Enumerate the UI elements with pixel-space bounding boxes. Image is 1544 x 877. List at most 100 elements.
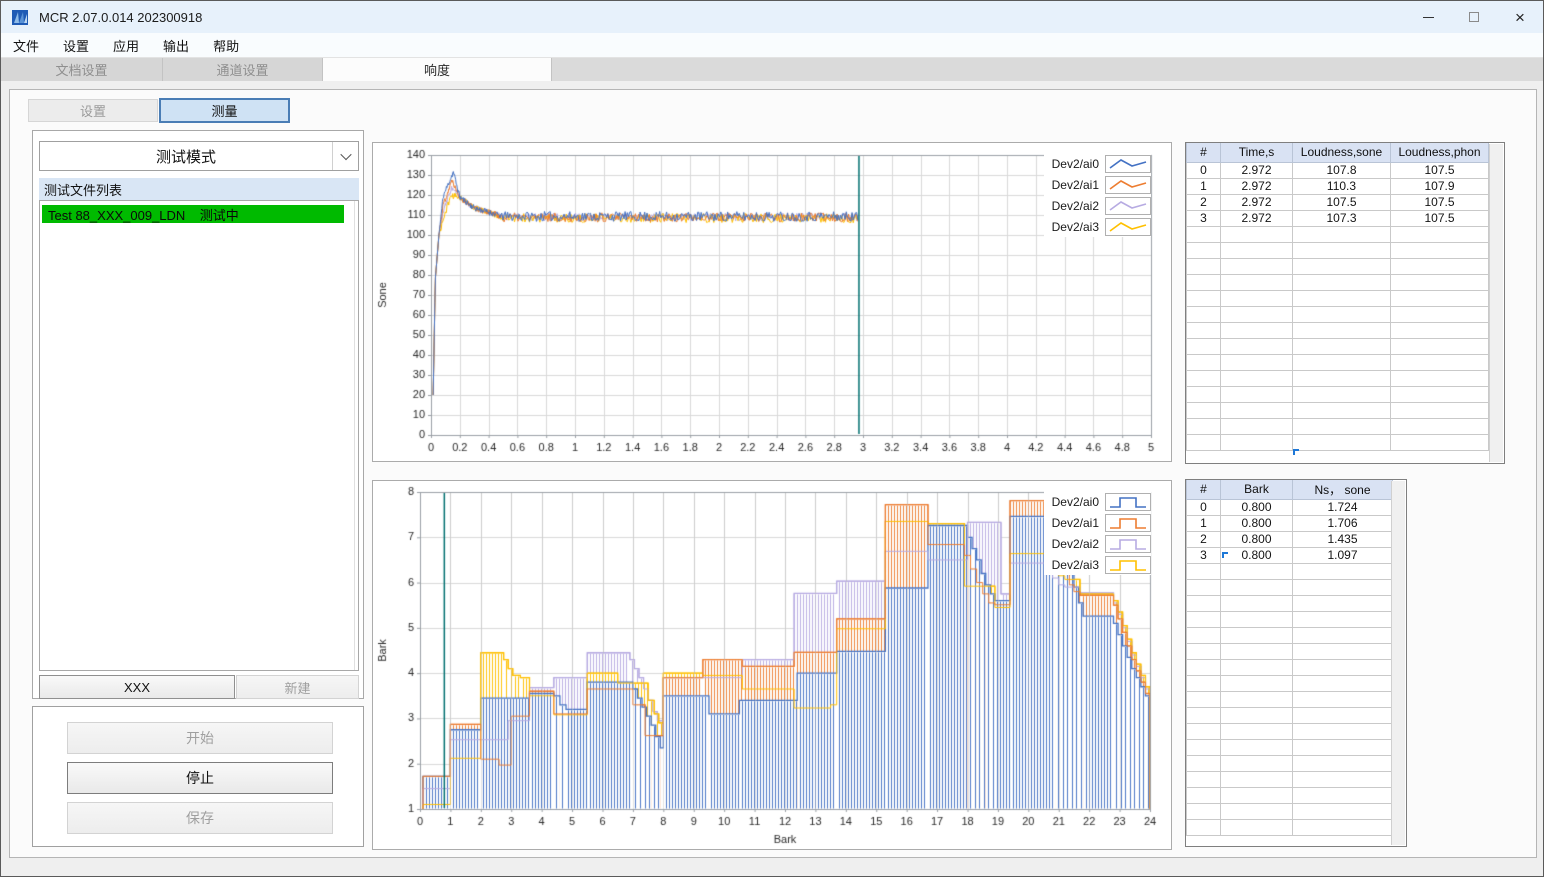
table-cell xyxy=(1292,738,1393,756)
table-cell: 107.5 xyxy=(1390,161,1489,179)
table-row[interactable]: 3 0.800 1.097 xyxy=(1186,546,1393,564)
tab-2[interactable]: 响度 xyxy=(323,58,552,81)
table-cell xyxy=(1390,385,1489,403)
table-cell xyxy=(1292,658,1393,676)
column-header: # xyxy=(1186,480,1221,500)
table-cell xyxy=(1390,433,1489,451)
stop-button[interactable]: 停止 xyxy=(67,762,333,794)
tab-0[interactable]: 文档设置 xyxy=(1,58,163,81)
table-cell xyxy=(1390,353,1489,371)
legend-row: Dev2/ai1 xyxy=(1044,512,1151,533)
table-row[interactable]: 1 2.972 110.3 107.9 xyxy=(1186,177,1489,195)
menu-item-3[interactable]: 输出 xyxy=(151,36,201,55)
table-row-empty xyxy=(1186,417,1489,435)
table-cell xyxy=(1186,610,1221,628)
table-row-empty xyxy=(1186,578,1393,596)
histogram-series-icon xyxy=(1105,534,1151,553)
legend-row: Dev2/ai1 xyxy=(1044,174,1151,195)
table-cell xyxy=(1292,385,1391,403)
table-row[interactable]: 2 0.800 1.435 xyxy=(1186,530,1393,548)
table-cell: 1.724 xyxy=(1292,498,1393,516)
table-cell xyxy=(1390,369,1489,387)
tab-1[interactable]: 通道设置 xyxy=(163,58,323,81)
table-cell xyxy=(1186,417,1221,435)
app-window: MCR 2.07.0.014 202300918 × 文件 设置 应用 输出 帮助 文档… xyxy=(0,0,1544,877)
table-row-empty xyxy=(1186,225,1489,243)
legend-row: Dev2/ai2 xyxy=(1044,195,1151,216)
table-cell xyxy=(1186,818,1221,836)
save-button[interactable]: 保存 xyxy=(67,802,333,834)
table-cell: 1.435 xyxy=(1292,530,1393,548)
new-button[interactable]: 新建 xyxy=(236,675,359,699)
table-row-empty xyxy=(1186,353,1489,371)
menu-item-1[interactable]: 设置 xyxy=(51,36,101,55)
table-row-empty xyxy=(1186,401,1489,419)
table-cell: 3 xyxy=(1186,209,1221,227)
table-cell: 1.097 xyxy=(1292,546,1393,564)
content-card: 设置 测量 测试模式 测试文件列表 Test 88_XXX_009_LDN 测试… xyxy=(9,89,1537,858)
legend-label: Dev2/ai0 xyxy=(1051,494,1099,509)
table-cell xyxy=(1292,417,1391,435)
menu-item-2[interactable]: 应用 xyxy=(101,36,151,55)
test-file-item[interactable]: Test 88_XXX_009_LDN 测试中 xyxy=(42,205,344,223)
table-cell xyxy=(1292,610,1393,628)
column-header: # xyxy=(1186,143,1221,163)
table-row[interactable]: 0 0.800 1.724 xyxy=(1186,498,1393,516)
table-cell xyxy=(1220,770,1293,788)
table-cell xyxy=(1292,562,1393,580)
table-cell xyxy=(1292,433,1391,451)
tab-settings-button[interactable]: 设置 xyxy=(28,99,158,122)
table-cell: 110.3 xyxy=(1292,177,1391,195)
table-cell: 1 xyxy=(1186,514,1221,532)
legend-row: Dev2/ai2 xyxy=(1044,533,1151,554)
table-row-empty xyxy=(1186,369,1489,387)
menu-item-0[interactable]: 文件 xyxy=(1,36,51,55)
title-bar: MCR 2.07.0.014 202300918 × xyxy=(1,1,1543,33)
table-row-empty xyxy=(1186,690,1393,708)
line-series-icon xyxy=(1105,217,1151,236)
table-cell xyxy=(1186,786,1221,804)
table-cell xyxy=(1220,802,1293,820)
table-cell xyxy=(1220,626,1293,644)
table-cell xyxy=(1390,289,1489,307)
menu-item-4[interactable]: 帮助 xyxy=(201,36,251,55)
table-cell xyxy=(1292,786,1393,804)
minimize-icon[interactable] xyxy=(1405,1,1451,33)
table-cell xyxy=(1186,321,1221,339)
xxx-button[interactable]: XXX xyxy=(39,675,235,699)
test-mode-dropdown[interactable]: 测试模式 xyxy=(39,141,359,171)
legend-row: Dev2/ai0 xyxy=(1044,491,1151,512)
table-cell: 2.972 xyxy=(1220,209,1293,227)
table-cell xyxy=(1292,722,1393,740)
column-header: Ns， sone xyxy=(1292,480,1393,500)
table-cell xyxy=(1292,369,1391,387)
test-file-list[interactable]: Test 88_XXX_009_LDN 测试中 xyxy=(39,200,359,671)
table-cell xyxy=(1186,401,1221,419)
table-cell: 107.5 xyxy=(1390,193,1489,211)
table-cell xyxy=(1220,578,1293,596)
table-row[interactable]: 0 2.972 107.8 107.5 xyxy=(1186,161,1489,179)
table-cell xyxy=(1186,353,1221,371)
table-row-empty xyxy=(1186,658,1393,676)
table-cell xyxy=(1220,353,1293,371)
table-cell xyxy=(1390,417,1489,435)
table-cell xyxy=(1292,578,1393,596)
legend-label: Dev2/ai0 xyxy=(1051,156,1099,171)
table-cell xyxy=(1220,273,1293,291)
maximize-icon[interactable] xyxy=(1451,1,1497,33)
table-cell xyxy=(1220,738,1293,756)
table-cell: 107.5 xyxy=(1292,193,1391,211)
table-cell xyxy=(1186,594,1221,612)
table-cell: 0 xyxy=(1186,498,1221,516)
table-row[interactable]: 1 0.800 1.706 xyxy=(1186,514,1393,532)
table-cell xyxy=(1220,417,1293,435)
window-title: MCR 2.07.0.014 202300918 xyxy=(39,9,203,25)
tab-measure-button[interactable]: 测量 xyxy=(159,98,290,123)
close-icon[interactable]: × xyxy=(1497,1,1543,33)
start-button[interactable]: 开始 xyxy=(67,722,333,754)
table-row[interactable]: 3 2.972 107.3 107.5 xyxy=(1186,209,1489,227)
table-cell xyxy=(1390,401,1489,419)
table-row-empty xyxy=(1186,674,1393,692)
table-cell xyxy=(1292,289,1391,307)
table-row[interactable]: 2 2.972 107.5 107.5 xyxy=(1186,193,1489,211)
